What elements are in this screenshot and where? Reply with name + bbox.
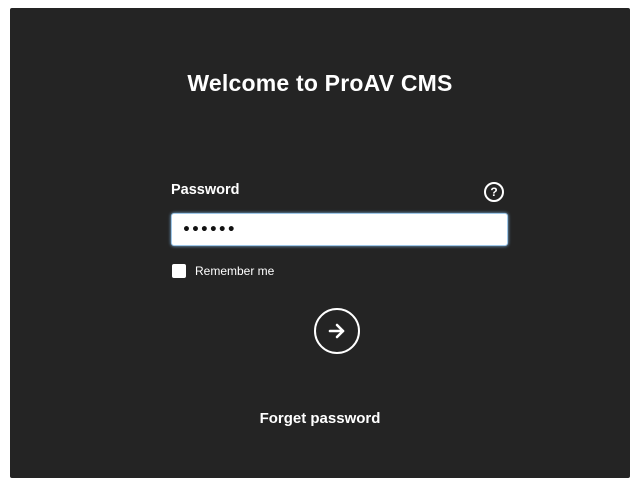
remember-me-label: Remember me <box>195 264 275 278</box>
remember-me-checkbox[interactable] <box>172 264 186 278</box>
forget-password-link[interactable]: Forget password <box>10 410 630 427</box>
submit-button[interactable] <box>314 308 360 354</box>
help-icon[interactable]: ? <box>484 182 504 202</box>
login-panel: Welcome to ProAV CMS Password ? Remember… <box>10 8 630 478</box>
remember-me-toggle[interactable]: Remember me <box>172 264 274 278</box>
arrow-right-icon <box>328 323 345 339</box>
password-label: Password <box>171 182 240 198</box>
page-title: Welcome to ProAV CMS <box>187 70 453 96</box>
password-field[interactable] <box>171 213 508 246</box>
